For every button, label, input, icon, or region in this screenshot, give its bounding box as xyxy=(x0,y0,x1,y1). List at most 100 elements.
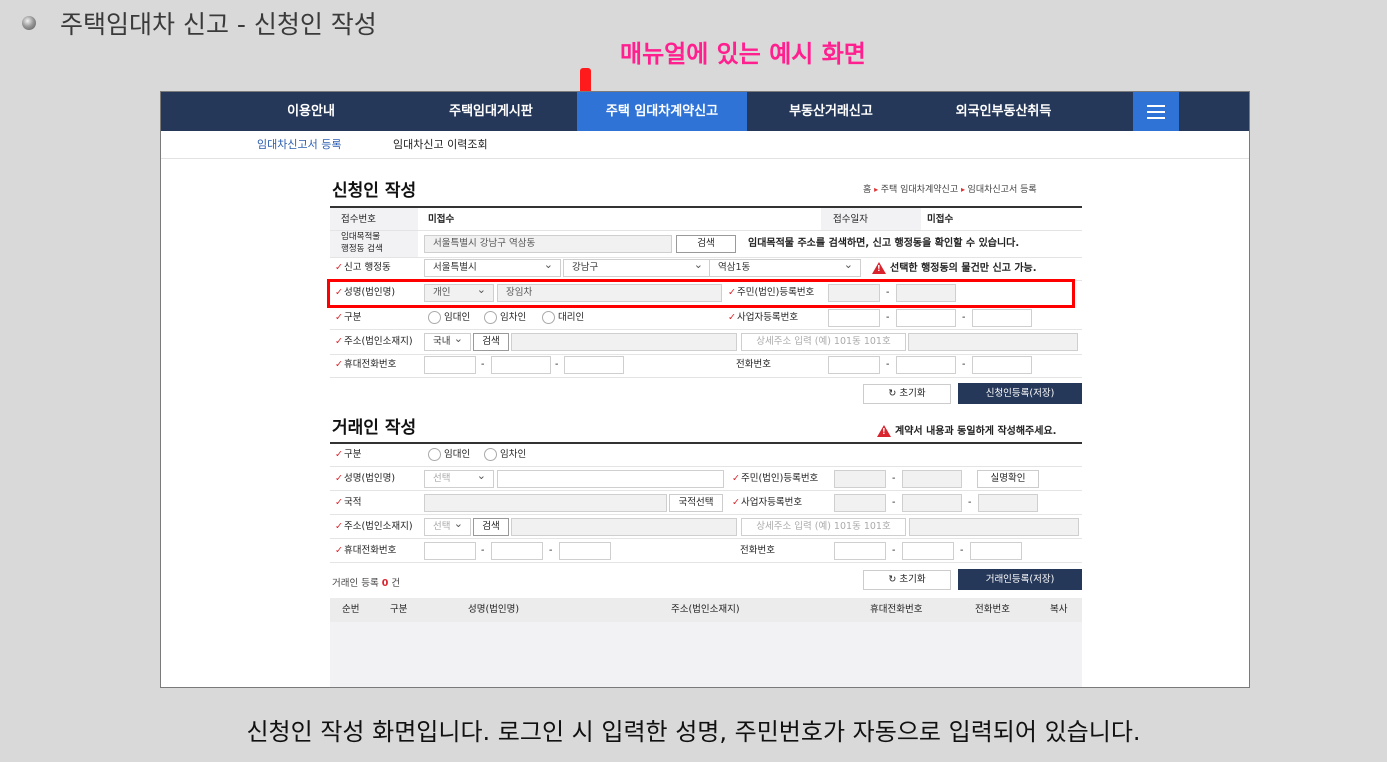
biz-field-1[interactable] xyxy=(828,309,880,327)
th-type: 구분 xyxy=(390,604,408,615)
party-warning: 계약서 내용과 동일하게 작성해주세요. xyxy=(895,426,1057,437)
biz-field-2[interactable] xyxy=(896,309,956,327)
section-divider xyxy=(330,442,1082,444)
party-mobile-field-1[interactable] xyxy=(424,542,476,560)
applicant-save-button[interactable]: 신청인등록(저장) xyxy=(958,383,1082,404)
dash: - xyxy=(960,545,964,556)
mobile-field-2[interactable] xyxy=(491,356,551,374)
receipt-label: 접수번호 xyxy=(341,214,376,225)
party-radio-tenant[interactable] xyxy=(484,448,497,461)
party-biz-field-1[interactable] xyxy=(834,494,886,512)
required-check-icon: ✓ xyxy=(335,497,343,508)
party-type-label-text: 구분 xyxy=(343,449,362,460)
breadcrumb: 홈 ▸ 주택 임대차계약신고 ▸ 임대차신고서 등록 xyxy=(863,183,1037,197)
biz-label: ✓사업자등록번호 xyxy=(728,311,798,325)
biz-label-text: 사업자등록번호 xyxy=(736,312,799,323)
nav-item-lease-report[interactable]: 주택 임대차계약신고 xyxy=(577,92,747,131)
address-search-button[interactable]: 검색 xyxy=(676,235,736,253)
party-phone-field-3[interactable] xyxy=(970,542,1022,560)
mobile-field-3[interactable] xyxy=(564,356,624,374)
target-address-field[interactable]: 서울특별시 강남구 역삼동 xyxy=(424,235,672,253)
party-count-value: 0 xyxy=(381,578,389,589)
party-address-label-text: 주소(법인소재지) xyxy=(343,521,413,532)
party-count-prefix: 거래인 등록 xyxy=(332,578,379,589)
party-address-search-button[interactable]: 검색 xyxy=(473,518,509,536)
mobile-field-1[interactable] xyxy=(424,356,476,374)
radio-agent-label: 대리인 xyxy=(558,312,585,323)
nav-item-guide[interactable]: 이용안내 xyxy=(256,92,366,131)
party-address-field[interactable] xyxy=(511,518,737,536)
party-mobile-field-3[interactable] xyxy=(559,542,611,560)
breadcrumb-current: 임대차신고서 등록 xyxy=(967,185,1037,195)
party-phone-field-2[interactable] xyxy=(902,542,954,560)
radio-tenant-label: 임차인 xyxy=(500,312,527,323)
party-count: 거래인 등록 0 건 xyxy=(332,577,400,591)
dash: - xyxy=(549,545,553,556)
party-name-type-select[interactable]: 선택 xyxy=(424,470,494,488)
nationality-select-button[interactable]: 국적선택 xyxy=(669,494,723,512)
dash: - xyxy=(892,473,896,484)
party-address-extra-field[interactable] xyxy=(909,518,1079,536)
party-heading: 거래인 작성 xyxy=(332,418,417,438)
nationality-field[interactable] xyxy=(424,494,667,512)
phone-field-3[interactable] xyxy=(972,356,1032,374)
breadcrumb-lease[interactable]: 주택 임대차계약신고 xyxy=(881,185,958,195)
dash: - xyxy=(962,312,966,323)
party-biz-field-3[interactable] xyxy=(978,494,1038,512)
th-phone: 전화번호 xyxy=(975,604,1010,615)
applicant-reset-button[interactable]: ↻ 초기화 xyxy=(863,384,951,404)
nav-item-board[interactable]: 주택임대게시판 xyxy=(431,92,551,131)
nav-item-foreigner[interactable]: 외국인부동산취득 xyxy=(931,92,1076,131)
verify-name-button[interactable]: 실명확인 xyxy=(977,470,1039,488)
radio-landlord[interactable] xyxy=(428,311,441,324)
party-biz-field-2[interactable] xyxy=(902,494,962,512)
dash: - xyxy=(555,359,559,370)
dash: - xyxy=(968,497,972,508)
address-label: ✓주소(법인소재지) xyxy=(335,335,413,349)
address-detail-field[interactable]: 상세주소 입력 (예) 101동 101호 xyxy=(741,333,906,351)
phone-field-2[interactable] xyxy=(896,356,956,374)
address-search-button-2[interactable]: 검색 xyxy=(473,333,509,351)
district-gu-select[interactable]: 강남구 xyxy=(563,259,711,277)
district-dong-select[interactable]: 역삼1동 xyxy=(709,259,861,277)
party-phone-field-1[interactable] xyxy=(834,542,886,560)
district-city-select[interactable]: 서울특별시 xyxy=(424,259,561,277)
party-name-field[interactable] xyxy=(497,470,724,488)
address-scope-select[interactable]: 국내 xyxy=(424,333,471,351)
radio-agent[interactable] xyxy=(542,311,555,324)
type-label: ✓구분 xyxy=(335,311,361,325)
party-rrn-label-text: 주민(법인)등록번호 xyxy=(740,473,819,484)
hamburger-menu-icon[interactable] xyxy=(1133,92,1179,131)
subnav-history[interactable]: 임대차신고 이력조회 xyxy=(393,137,488,153)
row-divider xyxy=(330,490,1082,491)
party-reset-button[interactable]: ↻ 초기화 xyxy=(863,570,951,590)
party-save-button[interactable]: 거래인등록(저장) xyxy=(958,569,1082,590)
search-label-line1: 임대목적물 xyxy=(341,232,381,242)
phone-field-1[interactable] xyxy=(828,356,880,374)
party-rrn-front-field[interactable] xyxy=(834,470,886,488)
party-address-scope-select[interactable]: 선택 xyxy=(424,518,471,536)
address-field[interactable] xyxy=(511,333,737,351)
party-rrn-back-field[interactable] xyxy=(902,470,962,488)
district-warning: 선택한 행정동의 물건만 신고 가능. xyxy=(890,263,1037,274)
party-mobile-field-2[interactable] xyxy=(491,542,543,560)
breadcrumb-home[interactable]: 홈 xyxy=(863,185,871,195)
nav-item-realestate-report[interactable]: 부동산거래신고 xyxy=(771,92,891,131)
address-extra-field[interactable] xyxy=(908,333,1078,351)
subnav-register[interactable]: 임대차신고서 등록 xyxy=(257,137,341,153)
reset-icon: ↻ xyxy=(888,388,900,399)
party-radio-landlord[interactable] xyxy=(428,448,441,461)
th-mobile: 휴대전화번호 xyxy=(870,604,923,615)
required-check-icon: ✓ xyxy=(728,312,736,323)
dash: - xyxy=(886,359,890,370)
dash: - xyxy=(892,497,896,508)
party-address-label: ✓주소(법인소재지) xyxy=(335,520,413,534)
row-divider xyxy=(330,466,1082,467)
required-check-icon: ✓ xyxy=(335,262,343,273)
radio-tenant[interactable] xyxy=(484,311,497,324)
bullet-icon xyxy=(22,16,36,30)
required-check-icon: ✓ xyxy=(335,312,343,323)
biz-field-3[interactable] xyxy=(972,309,1032,327)
dash: - xyxy=(481,359,485,370)
party-address-detail-field[interactable]: 상세주소 입력 (예) 101동 101호 xyxy=(741,518,906,536)
